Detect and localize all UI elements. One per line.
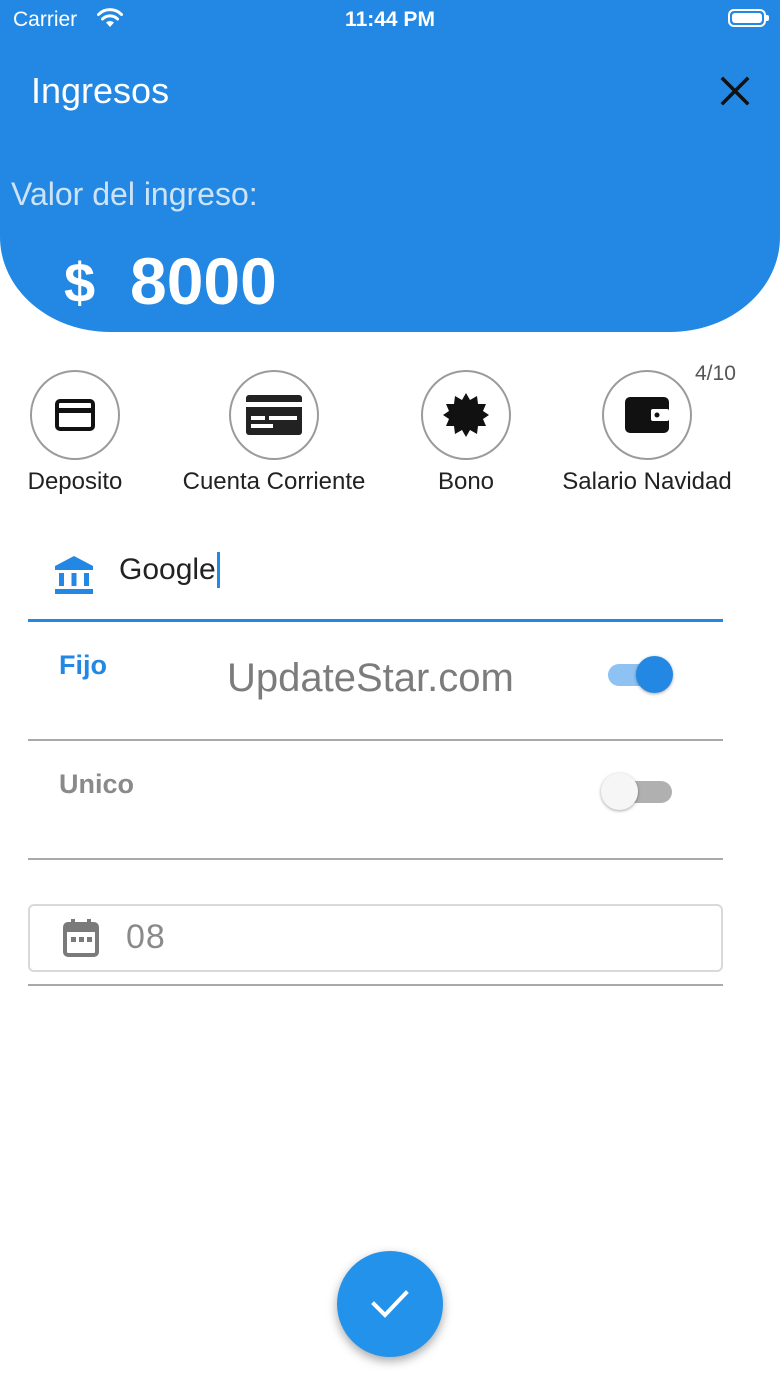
category-label: Deposito [27, 468, 123, 495]
option-row-fijo: Fijo UpdateStar.com [28, 622, 723, 741]
category-label: Cuenta Corriente [182, 468, 366, 495]
status-bar: Carrier 11:44 PM [0, 0, 780, 40]
option-row-unico: Unico [28, 741, 723, 860]
currency-symbol: $ [64, 251, 96, 314]
category-deposito[interactable]: Deposito [18, 370, 132, 496]
amount-value[interactable]: 8000 [130, 243, 277, 319]
page-title: Ingresos [31, 70, 170, 111]
option-label-unico: Unico [59, 769, 135, 799]
badge-burst-icon [443, 393, 489, 437]
bank-icon [55, 556, 93, 594]
watermark-text: UpdateStar.com [227, 656, 514, 700]
category-circle[interactable] [602, 370, 692, 460]
check-icon [371, 1290, 409, 1318]
category-bono[interactable]: Bono [418, 370, 514, 496]
calendar-icon [63, 919, 99, 957]
confirm-button[interactable] [337, 1251, 443, 1357]
category-cuenta-corriente[interactable]: Cuenta Corriente [166, 370, 382, 496]
bank-input-value: Google [119, 553, 216, 586]
toggle-knob [636, 656, 673, 693]
credit-card-icon [55, 399, 95, 431]
battery-icon [728, 9, 769, 27]
category-circle[interactable] [229, 370, 319, 460]
status-time: 11:44 PM [345, 8, 435, 31]
value-label: Valor del ingreso: [11, 176, 258, 212]
wallet-icon [625, 397, 669, 433]
bank-field[interactable]: Google [28, 540, 723, 622]
category-circle[interactable] [30, 370, 120, 460]
text-caret [216, 552, 220, 588]
date-value: 08 [126, 918, 166, 956]
category-label: Salario Navidad [562, 468, 732, 495]
category-salario-navidad[interactable]: Salario Navidad [548, 370, 746, 496]
toggle-unico[interactable] [601, 771, 672, 811]
toggle-knob [601, 773, 638, 810]
close-icon[interactable] [716, 72, 754, 110]
header-panel [0, 0, 780, 332]
option-label-fijo: Fijo [59, 650, 107, 680]
toggle-fijo[interactable] [608, 654, 673, 694]
bank-input[interactable]: Google [119, 552, 220, 588]
category-label: Bono [437, 468, 495, 495]
date-field-row: 08 [28, 904, 723, 986]
card-outline-icon [246, 395, 302, 435]
category-circle[interactable] [421, 370, 511, 460]
date-field[interactable]: 08 [28, 904, 723, 972]
